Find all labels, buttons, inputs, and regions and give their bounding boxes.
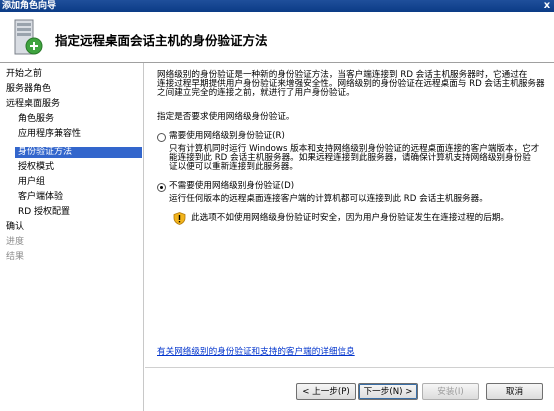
next-button[interactable]: 下一步(N) > [358,383,418,400]
window-title: 添加角色向导 [2,1,57,11]
security-warning-shield-icon [173,212,186,225]
nav-item-user-groups[interactable]: 用户组 [18,177,45,188]
nav-item-client-experience[interactable]: 客户端体验 [18,192,63,203]
nav-item-confirmation[interactable]: 确认 [6,222,24,233]
nav-item-authentication-method[interactable]: 身份验证方法 [15,147,142,158]
wizard-content: 网络级别的身份验证是一种新的身份验证方法，当客户端连接到 RD 会话主机服务器时… [145,63,554,411]
nav-item-app-compatibility[interactable]: 应用程序兼容性 [18,129,81,140]
button-divider [145,367,554,368]
require-nla-radio[interactable] [157,133,166,142]
nav-item-licensing-mode[interactable]: 授权模式 [18,162,54,173]
nav-item-server-roles[interactable]: 服务器角色 [6,84,51,95]
nav-item-progress: 进度 [6,237,25,247]
install-button: 安装(I) [422,383,479,400]
no-require-nla-desc: 运行任何版本的远程桌面连接客户端的计算机都可以连接到此 RD 会话主机服务器。 [169,194,488,204]
no-require-nla-label[interactable]: 不需要使用网络级别身份验证(D) [169,182,549,191]
nav-item-rd-licensing-config[interactable]: RD 授权配置 [18,207,70,218]
nav-divider [143,63,144,411]
warning-text: 此选项不如使用网络级身份验证时安全，因为用户身份验证发生在连接过程的后期。 [191,213,509,223]
nav-item-remote-desktop-services[interactable]: 远程桌面服务 [6,99,60,110]
nav-item-role-services[interactable]: 角色服务 [18,114,54,125]
intro-line-3: 之间建立完全的连接之前，就进行了用户身份验证。 [157,88,355,98]
nla-prompt: 指定是否要求使用网络级身份验证。 [157,112,295,122]
back-button[interactable]: < 上一步(P) [296,383,356,400]
wizard-header: 指定远程桌面会话主机的身份验证方法 [0,12,554,63]
cancel-button[interactable]: 取消 [486,383,543,400]
page-title: 指定远程桌面会话主机的身份验证方法 [55,33,268,48]
window-title-bar[interactable]: 添加角色向导 x [0,0,554,12]
nla-help-link[interactable]: 有关网络级别的身份验证和支持的客户端的详细信息 [157,345,355,357]
server-wizard-icon [14,19,43,55]
require-nla-desc-3: 证以便可以重新连接到此服务器。 [169,162,298,172]
require-nla-label[interactable]: 需要使用网络级别身份验证(R) [169,132,549,141]
nav-item-results: 结果 [6,252,25,262]
wizard-step-nav: 开始之前 服务器角色 远程桌面服务 角色服务 应用程序兼容性 身份验证方法 授权… [0,63,142,411]
no-require-nla-radio[interactable] [157,183,166,192]
close-icon[interactable]: x [542,1,552,11]
nav-item-before-you-begin[interactable]: 开始之前 [6,69,42,80]
